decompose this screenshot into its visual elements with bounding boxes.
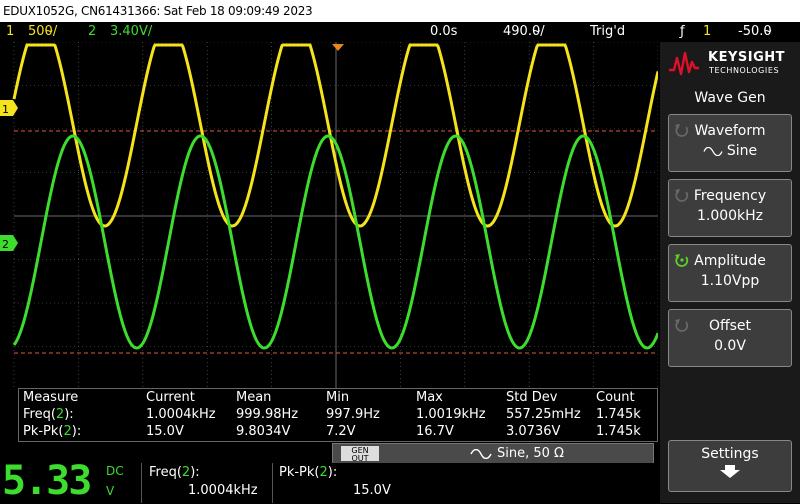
sine-wave-icon xyxy=(470,449,492,459)
header-std-dev: Std Dev xyxy=(506,390,558,405)
gen-out-indicator[interactable]: GEN OUT xyxy=(341,446,379,463)
trigger-position-marker[interactable] xyxy=(332,44,344,51)
ch1-ground-marker[interactable]: 1 xyxy=(0,100,18,116)
dvm-unit: V xyxy=(106,484,115,498)
freq-current: 1.0004kHz xyxy=(146,407,216,422)
freq-min: 997.9Hz xyxy=(326,407,380,422)
softkey-offset[interactable]: Offset 0.0V xyxy=(668,309,792,367)
softkey-value: 0.0V xyxy=(714,338,746,354)
freq-max: 1.0019kHz xyxy=(416,407,486,422)
settings-button[interactable]: Settings xyxy=(668,440,792,492)
table-row: Freq(2): 1.0004kHz 999.98Hz 997.9Hz 1.00… xyxy=(19,406,657,423)
header-current: Current xyxy=(146,390,195,405)
trigger-state: Trig'd xyxy=(590,24,626,39)
header-max: Max xyxy=(416,390,443,405)
arrow-down-icon xyxy=(720,465,740,478)
knob-icon xyxy=(675,319,689,332)
divider xyxy=(141,463,142,503)
pkpk-count: 1.745k xyxy=(596,424,641,439)
settings-label: Settings xyxy=(701,446,759,462)
brand-name: KEYSIGHT xyxy=(708,50,785,65)
pkpk-mean: 9.8034V xyxy=(236,424,291,439)
dvm-reading: 5.33 xyxy=(2,458,92,504)
measurement-header-row: Measure Current Mean Min Max Std Dev Cou… xyxy=(19,389,657,406)
table-row: Pk-Pk(2): 15.0V 9.8034V 7.2V 16.7V 3.073… xyxy=(19,423,657,440)
row-label: Pk-Pk(2): xyxy=(23,424,82,439)
brand-subtitle: TECHNOLOGIES xyxy=(709,66,780,75)
keysight-wave-icon xyxy=(669,51,699,76)
svg-text:1: 1 xyxy=(2,103,9,116)
ch2-ground-marker[interactable]: 2 xyxy=(0,235,18,251)
trigger-edge-icon: ƒ xyxy=(680,24,685,39)
softkey-sidebar: KEYSIGHT TECHNOLOGIES Wave Gen Waveform … xyxy=(660,42,800,503)
pkpk-min: 7.2V xyxy=(326,424,356,439)
trigger-level[interactable]: -50.0̴ xyxy=(738,22,772,42)
title-text: EDUX1052G, CN61431366: Sat Feb 18 09:09:… xyxy=(3,4,313,18)
divider xyxy=(272,463,273,503)
softkey-value: 1.000kHz xyxy=(696,208,764,224)
title-bar: EDUX1052G, CN61431366: Sat Feb 18 09:09:… xyxy=(0,0,800,22)
softkey-amplitude[interactable]: Amplitude 1.10Vpp xyxy=(668,244,792,302)
quick-meas-freq-value: 1.0004kHz xyxy=(188,483,258,498)
freq-count: 1.745k xyxy=(596,407,641,422)
quick-meas-pkpk-label: Pk-Pk(2): xyxy=(279,465,338,480)
sine-wave-icon xyxy=(703,146,723,156)
softkey-waveform[interactable]: Waveform Sine xyxy=(668,114,792,172)
header-min: Min xyxy=(326,390,350,405)
freq-mean: 999.98Hz xyxy=(236,407,299,422)
softkey-value: Sine xyxy=(669,141,791,161)
time-scale[interactable]: 490.0̴/ xyxy=(503,22,545,42)
knob-icon xyxy=(675,189,689,202)
softkey-value: 1.10Vpp xyxy=(700,273,760,289)
wavegen-status-text: Sine, 50 Ω xyxy=(497,446,564,461)
knob-active-icon xyxy=(675,254,689,267)
keysight-logo: KEYSIGHT TECHNOLOGIES xyxy=(660,42,800,84)
pkpk-max: 16.7V xyxy=(416,424,454,439)
pkpk-current: 15.0V xyxy=(146,424,184,439)
time-delay[interactable]: 0.0s xyxy=(430,22,457,42)
ch2-scale[interactable]: 3.40V/ xyxy=(110,22,152,42)
header-mean: Mean xyxy=(236,390,272,405)
header-count: Count xyxy=(596,390,635,405)
ch1-scale[interactable]: 500̴/ xyxy=(28,22,57,42)
pkpk-std-dev: 3.0736V xyxy=(506,424,561,439)
header-measure: Measure xyxy=(23,390,79,405)
menu-title: Wave Gen xyxy=(694,90,766,106)
quick-meas-freq-label: Freq(2): xyxy=(149,465,200,480)
trigger-channel[interactable]: 1 xyxy=(703,22,711,42)
wavegen-status-bar[interactable]: GEN OUT Sine, 50 Ω xyxy=(332,443,654,465)
knob-icon xyxy=(675,124,689,137)
waveform-display[interactable]: 1 2 xyxy=(0,42,658,390)
row-label: Freq(2): xyxy=(23,407,74,422)
status-bar: 1 500̴/ 2 3.40V/ 0.0s 490.0̴/ Trig'd ƒ 1… xyxy=(0,22,800,42)
dvm-mode: DC xyxy=(106,464,124,478)
ch2-number[interactable]: 2 xyxy=(88,22,96,42)
softkey-frequency[interactable]: Frequency 1.000kHz xyxy=(668,179,792,237)
bottom-panel: 5.33 DC V Freq(2): 1.0004kHz Pk-Pk(2): 1… xyxy=(0,459,660,503)
graticule xyxy=(13,42,658,390)
measurement-table[interactable]: Measure Current Mean Min Max Std Dev Cou… xyxy=(18,388,658,442)
svg-text:2: 2 xyxy=(2,238,9,251)
ch1-number[interactable]: 1 xyxy=(6,22,14,42)
freq-std-dev: 557.25mHz xyxy=(506,407,581,422)
quick-meas-pkpk-value: 15.0V xyxy=(353,483,391,498)
